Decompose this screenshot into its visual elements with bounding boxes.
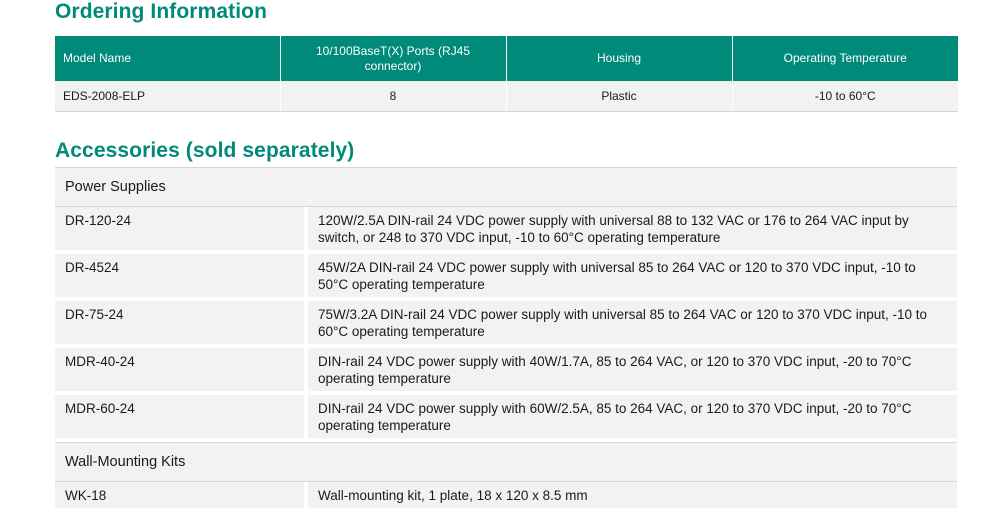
ordering-header-row: Model Name 10/100BaseT(X) Ports (RJ45 co…: [55, 36, 958, 81]
accessory-description: Wall-mounting kit, 1 plate, 18 x 120 x 8…: [308, 482, 957, 512]
cell-ports: 8: [280, 81, 507, 112]
header-operating-temperature: Operating Temperature: [732, 36, 958, 81]
accessory-description: 45W/2A DIN-rail 24 VDC power supply with…: [308, 254, 957, 301]
group-label: Power Supplies: [55, 167, 957, 207]
accessory-description: 120W/2.5A DIN-rail 24 VDC power supply w…: [308, 207, 957, 254]
accessory-description: DIN-rail 24 VDC power supply with 40W/1.…: [308, 348, 957, 395]
table-row: MDR-60-24 DIN-rail 24 VDC power supply w…: [55, 395, 957, 442]
accessories-table: Power Supplies DR-120-24 120W/2.5A DIN-r…: [55, 167, 957, 512]
table-row: MDR-40-24 DIN-rail 24 VDC power supply w…: [55, 348, 957, 395]
group-row-power-supplies: Power Supplies: [55, 167, 957, 207]
accessory-model: DR-4524: [55, 254, 308, 301]
table-row: DR-120-24 120W/2.5A DIN-rail 24 VDC powe…: [55, 207, 957, 254]
ordering-table: Model Name 10/100BaseT(X) Ports (RJ45 co…: [55, 36, 958, 112]
cell-operating-temperature: -10 to 60°C: [732, 81, 958, 112]
accessory-description: DIN-rail 24 VDC power supply with 60W/2.…: [308, 395, 957, 442]
table-row: DR-4524 45W/2A DIN-rail 24 VDC power sup…: [55, 254, 957, 301]
header-housing: Housing: [506, 36, 733, 81]
table-row: DR-75-24 75W/3.2A DIN-rail 24 VDC power …: [55, 301, 957, 348]
accessory-model: WK-18: [55, 482, 308, 512]
accessory-model: DR-75-24: [55, 301, 308, 348]
accessory-model: DR-120-24: [55, 207, 308, 254]
table-row: WK-18 Wall-mounting kit, 1 plate, 18 x 1…: [55, 482, 957, 512]
group-label: Wall-Mounting Kits: [55, 442, 957, 482]
table-row: EDS-2008-ELP 8 Plastic -10 to 60°C: [55, 81, 958, 112]
cell-model-name: EDS-2008-ELP: [55, 81, 281, 112]
header-ports: 10/100BaseT(X) Ports (RJ45 connector): [280, 36, 507, 81]
group-row-wall-mounting-kits: Wall-Mounting Kits: [55, 442, 957, 482]
ordering-information-heading: Ordering Information: [55, 0, 267, 23]
accessory-description: 75W/3.2A DIN-rail 24 VDC power supply wi…: [308, 301, 957, 348]
accessory-model: MDR-40-24: [55, 348, 308, 395]
accessory-model: MDR-60-24: [55, 395, 308, 442]
header-model-name: Model Name: [55, 36, 281, 81]
accessories-heading: Accessories (sold separately): [55, 139, 355, 162]
cell-housing: Plastic: [506, 81, 733, 112]
